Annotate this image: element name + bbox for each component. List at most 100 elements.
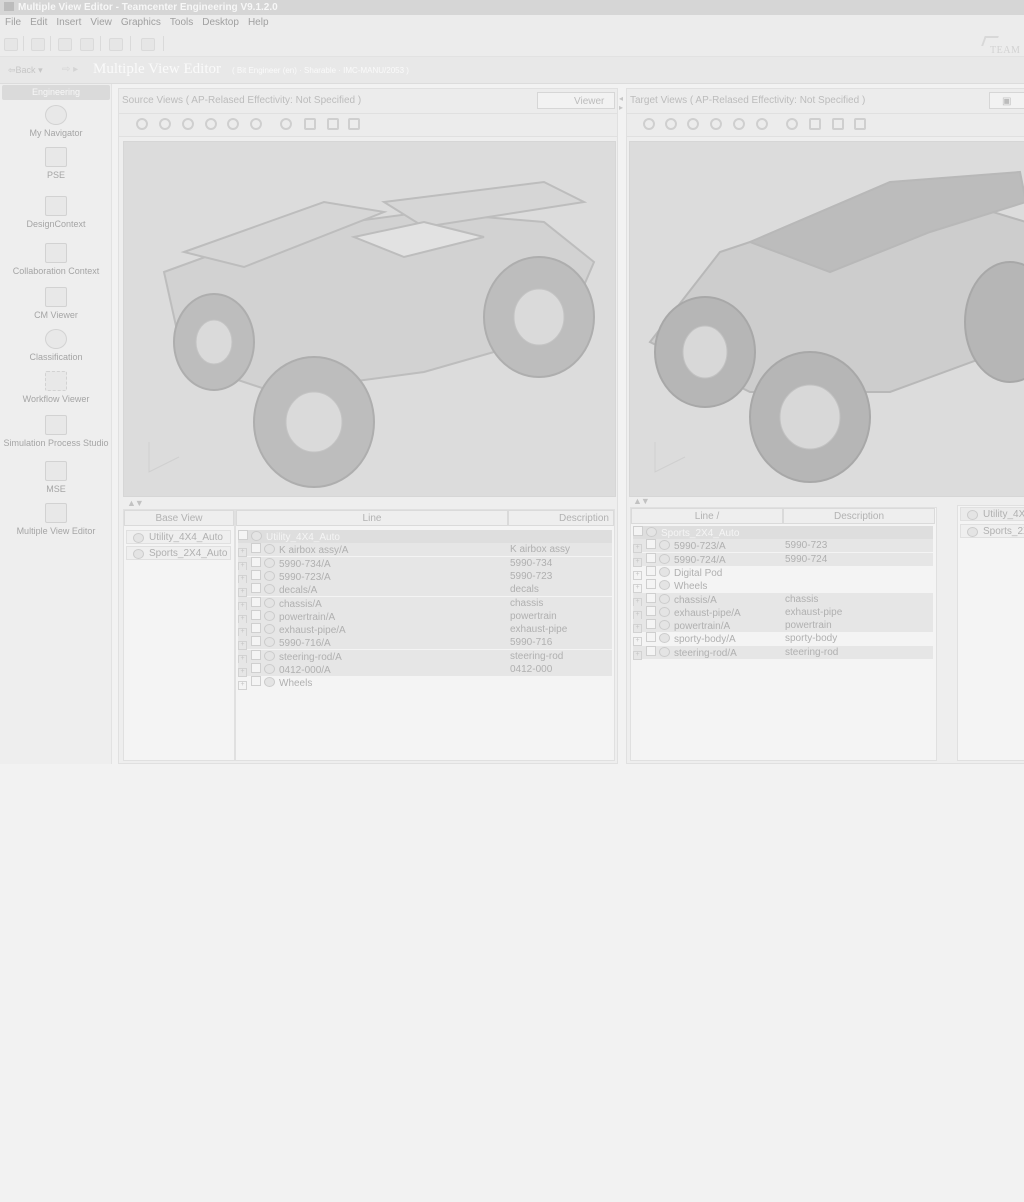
nav-item-mse[interactable]: MSE bbox=[0, 461, 112, 494]
line-column-header[interactable]: Line bbox=[236, 510, 508, 526]
open-folder-icon[interactable] bbox=[31, 38, 45, 51]
base-view-header[interactable]: Base View bbox=[124, 510, 234, 526]
vertical-arrow-icon[interactable] bbox=[250, 118, 262, 130]
table-row[interactable]: + exhaust-pipe/A exhaust-pipe bbox=[238, 623, 612, 638]
link-icon[interactable] bbox=[4, 38, 18, 51]
menu-help[interactable]: Help bbox=[243, 15, 273, 31]
split-arrows-icon[interactable]: ▲▼ bbox=[127, 498, 144, 508]
nav-item-pse[interactable]: PSE bbox=[0, 147, 112, 180]
menu-view[interactable]: View bbox=[85, 15, 116, 31]
nav-item-cm-viewer[interactable]: CM Viewer bbox=[0, 287, 112, 320]
view-orient-icon[interactable] bbox=[643, 118, 655, 130]
target-3d-viewport[interactable] bbox=[629, 141, 1024, 497]
row-checkbox[interactable] bbox=[251, 663, 261, 673]
shade-icon[interactable] bbox=[786, 118, 798, 130]
table-row[interactable]: + sporty-body/A sporty-body bbox=[633, 632, 933, 647]
view-orient-icon[interactable] bbox=[136, 118, 148, 130]
row-checkbox[interactable] bbox=[633, 526, 643, 536]
row-checkbox[interactable] bbox=[251, 609, 261, 620]
target-view-item[interactable]: Sports_2X bbox=[960, 524, 1024, 538]
nav-item-multiple-view-editor[interactable]: Multiple View Editor bbox=[0, 503, 112, 536]
copy-icon[interactable] bbox=[58, 38, 72, 51]
row-checkbox[interactable] bbox=[251, 583, 261, 594]
viewer-tab[interactable]: Viewer bbox=[537, 92, 615, 109]
row-checkbox[interactable] bbox=[646, 579, 656, 590]
menu-desktop[interactable]: Desktop bbox=[197, 15, 243, 31]
row-checkbox[interactable] bbox=[646, 592, 656, 603]
pan-icon[interactable] bbox=[182, 118, 194, 130]
print-icon[interactable] bbox=[854, 118, 866, 130]
rotate-icon[interactable] bbox=[710, 118, 722, 130]
row-checkbox[interactable] bbox=[251, 676, 261, 687]
panel-splitter[interactable]: ◂ ▸ bbox=[619, 94, 625, 112]
line-column-header[interactable]: Line / bbox=[631, 508, 783, 524]
base-view-item[interactable]: Utility_4X4_Auto bbox=[126, 530, 231, 544]
table-row[interactable]: + powertrain/A powertrain bbox=[238, 609, 612, 624]
move-icon[interactable] bbox=[227, 118, 239, 130]
back-button[interactable]: ⇦Back ▾ bbox=[8, 65, 43, 76]
row-checkbox[interactable] bbox=[238, 530, 248, 540]
menu-graphics[interactable]: Graphics bbox=[116, 15, 165, 31]
pan-icon[interactable] bbox=[687, 118, 699, 130]
row-checkbox[interactable] bbox=[646, 565, 656, 576]
table-row[interactable]: Utility_4X4_Auto bbox=[238, 530, 612, 543]
table-row[interactable]: + Digital Pod bbox=[633, 565, 933, 580]
save-icon[interactable] bbox=[80, 38, 94, 51]
row-checkbox[interactable] bbox=[646, 619, 656, 630]
table-row[interactable]: +5990-734/A 5990-734 bbox=[238, 556, 612, 571]
target-viewer-tab[interactable]: ▣ bbox=[989, 92, 1024, 109]
table-row[interactable]: +0412-000/A 0412-000 bbox=[238, 663, 612, 677]
zoom-icon[interactable] bbox=[665, 118, 677, 130]
table-row[interactable]: +5990-723/A 5990-723 bbox=[238, 569, 612, 584]
table-row[interactable]: + exhaust-pipe/A exhaust-pipe bbox=[633, 605, 933, 620]
row-checkbox[interactable] bbox=[251, 623, 261, 634]
shade-icon[interactable] bbox=[280, 118, 292, 130]
description-column-header[interactable]: Description bbox=[508, 510, 614, 526]
print-icon[interactable] bbox=[348, 118, 360, 130]
table-row[interactable]: + chassis/A chassis bbox=[238, 596, 612, 611]
vertical-arrow-icon[interactable] bbox=[756, 118, 768, 130]
row-checkbox[interactable] bbox=[646, 552, 656, 563]
nav-group-engineering[interactable]: Engineering bbox=[2, 85, 110, 100]
table-row[interactable]: Sports_2X4_Auto bbox=[633, 526, 933, 539]
row-checkbox[interactable] bbox=[251, 649, 261, 660]
table-row[interactable]: + steering-rod/A steering-rod bbox=[633, 645, 933, 660]
description-column-header[interactable]: Description bbox=[783, 508, 935, 524]
tree-icon[interactable] bbox=[109, 38, 123, 51]
table-row[interactable]: +5990-724/A 5990-724 bbox=[633, 552, 933, 567]
row-checkbox[interactable] bbox=[646, 645, 656, 656]
menu-edit[interactable]: Edit bbox=[25, 15, 51, 31]
rotate-icon[interactable] bbox=[205, 118, 217, 130]
table-row[interactable]: + steering-rod/A steering-rod bbox=[238, 649, 612, 664]
nav-item-my-navigator[interactable]: My Navigator bbox=[0, 105, 112, 138]
move-icon[interactable] bbox=[733, 118, 745, 130]
menu-file[interactable]: File bbox=[0, 15, 25, 31]
row-checkbox[interactable] bbox=[646, 632, 656, 643]
row-checkbox[interactable] bbox=[251, 569, 261, 580]
row-checkbox[interactable] bbox=[646, 539, 656, 550]
row-checkbox[interactable] bbox=[646, 605, 656, 616]
target-view-item[interactable]: Utility_4X bbox=[960, 507, 1024, 521]
nav-item-workflow-viewer[interactable]: Workflow Viewer bbox=[0, 371, 112, 404]
source-3d-viewport[interactable] bbox=[123, 141, 616, 497]
nav-item-collaboration-context[interactable]: Collaboration Context bbox=[0, 243, 112, 276]
table-row[interactable]: +5990-716/A 5990-716 bbox=[238, 636, 612, 651]
nav-item-designcontext[interactable]: DesignContext bbox=[0, 196, 112, 229]
table-row[interactable]: + chassis/A chassis bbox=[633, 592, 933, 607]
row-checkbox[interactable] bbox=[251, 543, 261, 554]
menu-insert[interactable]: Insert bbox=[51, 15, 85, 31]
row-checkbox[interactable] bbox=[251, 596, 261, 607]
row-checkbox[interactable] bbox=[251, 636, 261, 647]
table-row[interactable]: + Wheels bbox=[633, 579, 933, 594]
table-row[interactable]: +5990-723/A 5990-723 bbox=[633, 539, 933, 554]
grid-icon[interactable] bbox=[304, 118, 316, 130]
forward-button[interactable]: ⇨ ▸ bbox=[62, 64, 78, 75]
nav-item-simulation-process-studio[interactable]: Simulation Process Studio bbox=[0, 415, 112, 448]
expand-icon[interactable]: + bbox=[238, 681, 247, 691]
camera-icon[interactable] bbox=[832, 118, 844, 130]
nav-item-classification[interactable]: Classification bbox=[0, 329, 112, 362]
grid-icon[interactable] bbox=[809, 118, 821, 130]
table-row[interactable]: + Wheels bbox=[238, 676, 612, 691]
row-checkbox[interactable] bbox=[251, 556, 261, 567]
search-icon[interactable] bbox=[141, 38, 155, 51]
